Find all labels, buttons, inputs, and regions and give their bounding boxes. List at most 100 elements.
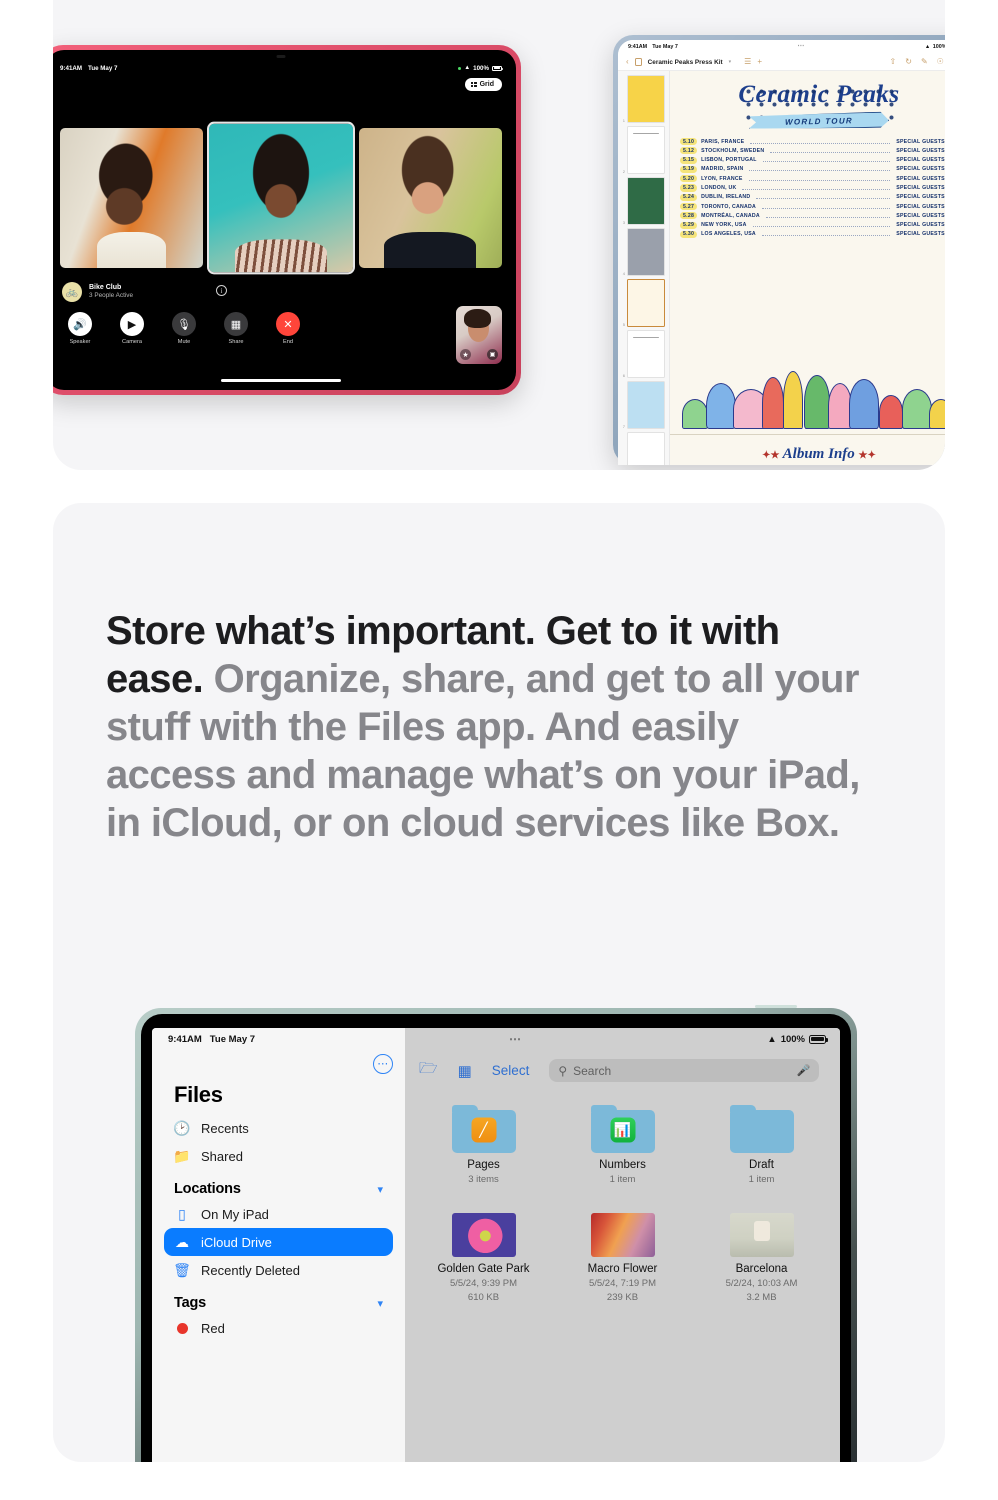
sidebar-item-shared[interactable]: 📁 Shared (164, 1142, 393, 1170)
participant-tile[interactable] (207, 121, 355, 275)
insert-plus-icon[interactable]: + (757, 58, 762, 66)
tour-guests: SPECIAL GUESTS TBD (896, 147, 945, 154)
mute-button[interactable]: 🎙 Mute (164, 312, 204, 345)
page-thumbnail-item[interactable]: 6 (618, 330, 669, 381)
collaborate-icon[interactable]: ☉ (937, 58, 944, 66)
participant-tile[interactable] (358, 128, 502, 268)
markup-pen-icon[interactable]: ✎ (921, 58, 928, 66)
end-call-button[interactable]: ✕ End (268, 312, 308, 345)
tour-date: 5.23 (680, 184, 698, 192)
sidebar-toggle-icon[interactable] (634, 58, 642, 66)
share-button[interactable]: ▦ Share (216, 312, 256, 345)
page-thumbnail[interactable] (627, 330, 665, 378)
document-title[interactable]: Ceramic Peaks Press Kit (648, 59, 723, 66)
sidebar-item-recently-deleted[interactable]: 🗑 Recently Deleted (164, 1256, 393, 1284)
sidebar-item-label: Shared (201, 1148, 243, 1164)
sidebar-item-on-my-ipad[interactable]: ▯ On My iPad (164, 1200, 393, 1228)
page-thumbnail[interactable] (627, 228, 665, 276)
sidebar-section-locations[interactable]: Locations ▾ (164, 1170, 393, 1200)
file-item[interactable]: Golden Gate Park 5/5/24, 9:39 PM 610 KB (419, 1212, 548, 1305)
fish-ornament-icon: ✦★ (762, 450, 780, 461)
status-time: 9:41AM (168, 1033, 202, 1045)
home-indicator (221, 379, 341, 382)
mute-label: Mute (177, 339, 191, 345)
folder-item[interactable]: ╱ Pages 3 items (419, 1105, 548, 1187)
folder-item[interactable]: 📊 Numbers 1 item (558, 1105, 687, 1187)
tour-city: LOS ANGELES, USA (701, 231, 756, 238)
sidebar-more-icon[interactable]: ⋯ (373, 1054, 393, 1074)
speaker-button[interactable]: 🔊 Speaker (60, 312, 100, 345)
file-item[interactable]: Macro Flower 5/5/24, 7:19 PM 239 KB (558, 1212, 687, 1305)
files-toolbar: 🗁 ▦ Select ⚲ Search 🎤 (419, 1056, 826, 1089)
facetime-controls: 🔊 Speaker ▶ Camera 🎙 Mute ▦ Share ✕ End (60, 312, 308, 345)
pages-document-canvas[interactable]: Ceramic Peaks WORLD TOUR 5.10 PARIS, FRA… (670, 71, 945, 465)
leader-dots (761, 232, 891, 237)
hero-card-devices: 9:41AM Tue May 7 ▲ 100% Grid 🚲 Bike Club… (53, 0, 945, 470)
folder-icon (729, 1105, 794, 1153)
sidebar-item-label: On My iPad (201, 1206, 269, 1222)
tour-date: 5.12 (680, 147, 698, 155)
select-button[interactable]: Select (492, 1063, 530, 1078)
folder-meta: 1 item (609, 1174, 636, 1186)
front-camera-icon (276, 55, 286, 58)
sidebar-item-label: Red (201, 1320, 225, 1336)
microphone-icon[interactable]: 🎤 (797, 1064, 811, 1077)
tour-city: PARIS, FRANCE (701, 138, 745, 145)
new-folder-icon[interactable]: 🗁 (419, 1058, 438, 1083)
chevron-down-icon[interactable]: ▾ (729, 59, 732, 65)
files-main: ⋯ Files 🕑 Recents 📁 Shared Locations ▾ ▯… (152, 1050, 840, 1462)
sidebar-item-tag-red[interactable]: Red (164, 1314, 393, 1342)
tour-guests: SPECIAL GUESTS TBD (896, 231, 945, 238)
facetime-grid-toggle-button[interactable]: Grid (464, 78, 502, 91)
search-placeholder: Search (573, 1063, 612, 1078)
tour-date: 5.29 (680, 221, 698, 229)
files-content: 🗁 ▦ Select ⚲ Search 🎤 ╱ Pages 3 items 📊 … (405, 1050, 840, 1462)
coffee-cup (418, 240, 448, 263)
pages-app-icon: ╱ (471, 1117, 496, 1143)
page-thumbnail-item[interactable]: 3 (618, 177, 669, 228)
page-thumbnail-item[interactable]: 1 (618, 75, 669, 126)
page-thumbnail-selected[interactable] (627, 279, 665, 327)
file-date: 5/5/24, 7:19 PM (588, 1278, 657, 1290)
info-icon[interactable]: i (216, 285, 227, 296)
chevron-down-icon[interactable]: ▾ (377, 1297, 383, 1310)
page-thumbnail[interactable] (627, 126, 665, 174)
page-thumbnail-rail[interactable]: 1 2 3 4 5 6 7 (618, 71, 670, 465)
page-thumbnail-item[interactable]: 2 (618, 126, 669, 177)
grid-view-icon[interactable]: ▦ (458, 1062, 472, 1080)
page-thumbnail[interactable] (627, 432, 665, 465)
speaker-icon: 🔊 (68, 312, 92, 336)
page-thumbnail-item[interactable]: 8 (618, 432, 669, 465)
self-view-pip[interactable]: ★ ▣ (456, 306, 502, 364)
tour-city: STOCKHOLM, SWEDEN (701, 147, 765, 154)
page-thumbnail-item[interactable]: 4 (618, 228, 669, 279)
search-input[interactable]: ⚲ Search 🎤 (549, 1059, 820, 1082)
format-list-icon[interactable]: ☰ (744, 58, 751, 66)
back-chevron-icon[interactable]: ‹ (626, 58, 629, 66)
page-thumbnail-item[interactable]: 5 (618, 279, 669, 330)
world-tour-banner: WORLD TOUR (749, 112, 889, 131)
participant-tile[interactable] (60, 128, 204, 268)
page-thumbnail[interactable] (627, 177, 665, 225)
share-icon[interactable]: ⇧ (890, 58, 897, 66)
page-thumbnail-item[interactable]: 7 (618, 381, 669, 432)
sidebar-item-icloud-drive[interactable]: ☁ iCloud Drive (164, 1228, 393, 1256)
undo-icon[interactable]: ↻ (905, 58, 912, 66)
file-item[interactable]: Barcelona 5/2/24, 10:03 AM 3.2 MB (697, 1212, 826, 1305)
folder-item[interactable]: Draft 1 item (697, 1105, 826, 1187)
sidebar-item-recents[interactable]: 🕑 Recents (164, 1114, 393, 1142)
document-heading: Ceramic Peaks (738, 81, 900, 108)
page-thumbnail[interactable] (627, 75, 665, 123)
camera-button[interactable]: ▶ Camera (112, 312, 152, 345)
leader-dots (749, 167, 891, 172)
chevron-down-icon[interactable]: ▾ (377, 1183, 383, 1196)
folder-grid: ╱ Pages 3 items 📊 Numbers 1 item Draft 1… (419, 1089, 826, 1187)
folder-name: Draft (749, 1159, 774, 1171)
status-date: Tue May 7 (652, 44, 678, 50)
feature-headline: Store what’s important. Get to it with e… (106, 607, 871, 847)
share-screen-icon: ▦ (224, 312, 248, 336)
page-thumbnail[interactable] (627, 381, 665, 429)
effects-icon[interactable]: ★ (460, 349, 471, 360)
flip-camera-icon[interactable]: ▣ (487, 349, 498, 360)
sidebar-section-tags[interactable]: Tags ▾ (164, 1284, 393, 1314)
